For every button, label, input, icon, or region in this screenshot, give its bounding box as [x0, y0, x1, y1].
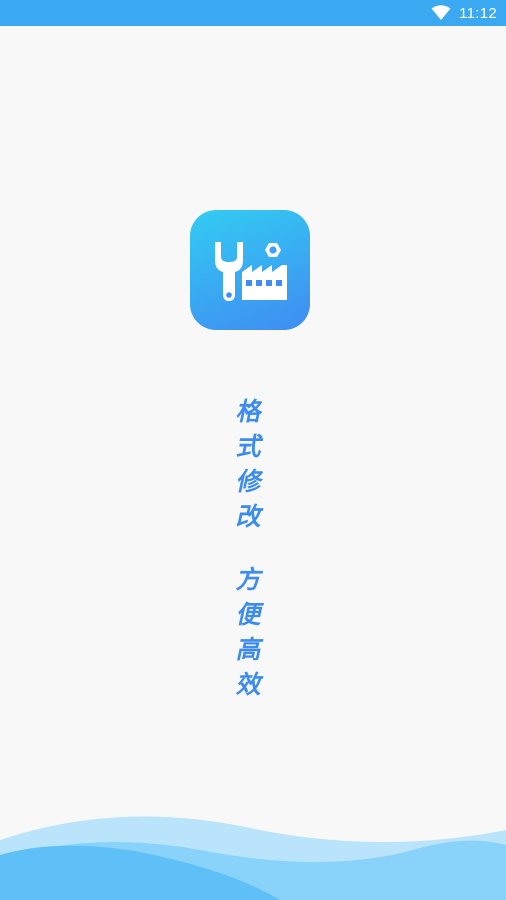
- slogan-char: 效: [234, 670, 266, 699]
- slogan-char: 高: [234, 635, 266, 664]
- slogan-char: 修: [234, 467, 266, 496]
- wave-decoration: [0, 816, 506, 900]
- wifi-icon: [431, 5, 451, 20]
- wrench-nut-factory-icon: [215, 242, 287, 301]
- slogan-line-convenient-efficient: 方 便 高 效: [225, 562, 275, 702]
- slogan-char: 改: [234, 502, 266, 531]
- slogan-char: 格: [234, 397, 266, 426]
- app-logo: [190, 210, 310, 330]
- status-time: 11:12: [459, 4, 497, 22]
- slogan-char: 式: [234, 432, 266, 461]
- slogan-line-format-edit: 格 式 修 改: [225, 394, 275, 534]
- slogan-char: 方: [234, 565, 266, 594]
- status-bar: 11:12: [0, 0, 506, 26]
- slogan-char: 便: [234, 600, 266, 629]
